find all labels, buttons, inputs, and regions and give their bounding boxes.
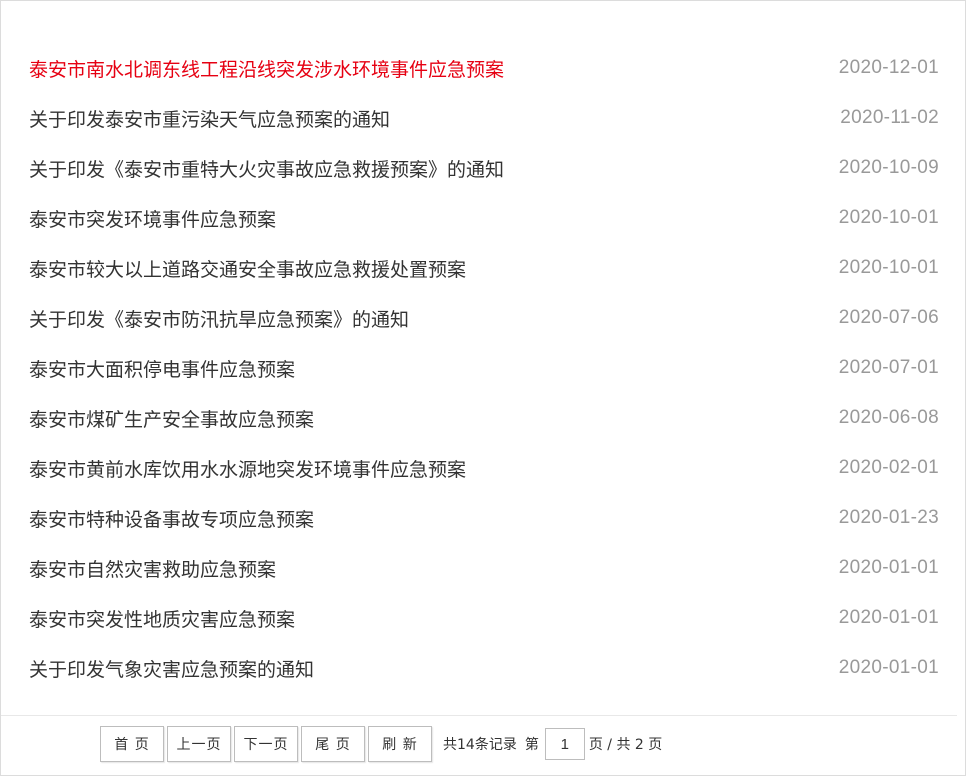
article-title[interactable]: 关于印发《泰安市重特大火灾事故应急救援预案》的通知	[29, 155, 504, 182]
article-title[interactable]: 泰安市较大以上道路交通安全事故应急救援处置预案	[29, 255, 466, 282]
list-item[interactable]: 关于印发《泰安市防汛抗旱应急预案》的通知 2020-07-06	[29, 293, 939, 343]
content-frame: 泰安市南水北调东线工程沿线突发涉水环境事件应急预案 2020-12-01 关于印…	[0, 0, 966, 776]
list-item[interactable]: 泰安市突发性地质灾害应急预案 2020-01-01	[29, 593, 939, 643]
article-date: 2020-02-01	[838, 457, 939, 478]
page-number-input[interactable]	[544, 728, 585, 760]
article-title[interactable]: 泰安市大面积停电事件应急预案	[29, 355, 295, 382]
article-date: 2020-07-01	[838, 357, 939, 378]
article-date: 2020-01-01	[838, 557, 939, 578]
article-title[interactable]: 泰安市黄前水库饮用水水源地突发环境事件应急预案	[29, 455, 466, 482]
list-item[interactable]: 泰安市自然灾害救助应急预案 2020-01-01	[29, 543, 939, 593]
article-title[interactable]: 泰安市南水北调东线工程沿线突发涉水环境事件应急预案	[29, 55, 504, 82]
list-item[interactable]: 泰安市突发环境事件应急预案 2020-10-01	[29, 193, 939, 243]
article-date: 2020-10-09	[838, 157, 939, 178]
article-date: 2020-01-23	[838, 507, 939, 528]
article-title[interactable]: 泰安市煤矿生产安全事故应急预案	[29, 405, 314, 432]
list-item[interactable]: 泰安市煤矿生产安全事故应急预案 2020-06-08	[29, 393, 939, 443]
list-item[interactable]: 泰安市大面积停电事件应急预案 2020-07-01	[29, 343, 939, 393]
article-date: 2020-01-01	[838, 657, 939, 678]
article-title[interactable]: 关于印发泰安市重污染天气应急预案的通知	[29, 105, 390, 132]
list-item[interactable]: 关于印发泰安市重污染天气应急预案的通知 2020-11-02	[29, 93, 939, 143]
article-list: 泰安市南水北调东线工程沿线突发涉水环境事件应急预案 2020-12-01 关于印…	[29, 43, 939, 693]
article-date: 2020-01-01	[838, 607, 939, 628]
prev-page-button[interactable]: 上一页	[167, 726, 231, 762]
first-page-button[interactable]: 首 页	[100, 726, 164, 762]
next-page-button[interactable]: 下一页	[234, 726, 298, 762]
article-date: 2020-10-01	[838, 257, 939, 278]
article-date: 2020-10-01	[838, 207, 939, 228]
pagination-bar: 首 页 上一页 下一页 尾 页 刷 新 共14条记录 第 页 / 共 2 页	[1, 715, 957, 772]
article-title[interactable]: 关于印发气象灾害应急预案的通知	[29, 655, 314, 682]
article-title[interactable]: 泰安市自然灾害救助应急预案	[29, 555, 276, 582]
list-item[interactable]: 泰安市黄前水库饮用水水源地突发环境事件应急预案 2020-02-01	[29, 443, 939, 493]
page-suffix: 页 / 共 2 页	[588, 737, 663, 753]
list-item[interactable]: 关于印发《泰安市重特大火灾事故应急救援预案》的通知 2020-10-09	[29, 143, 939, 193]
article-title[interactable]: 关于印发《泰安市防汛抗旱应急预案》的通知	[29, 305, 409, 332]
refresh-button[interactable]: 刷 新	[368, 726, 432, 762]
list-item[interactable]: 泰安市较大以上道路交通安全事故应急救援处置预案 2020-10-01	[29, 243, 939, 293]
article-date: 2020-06-08	[838, 407, 939, 428]
page-prefix: 第	[524, 737, 539, 753]
list-item[interactable]: 泰安市南水北调东线工程沿线突发涉水环境事件应急预案 2020-12-01	[29, 43, 939, 93]
last-page-button[interactable]: 尾 页	[301, 726, 365, 762]
article-date: 2020-12-01	[838, 57, 939, 78]
article-date: 2020-11-02	[840, 107, 939, 128]
list-item[interactable]: 关于印发气象灾害应急预案的通知 2020-01-01	[29, 643, 939, 693]
total-records: 共14条记录	[443, 737, 517, 753]
article-title[interactable]: 泰安市突发性地质灾害应急预案	[29, 605, 295, 632]
list-item[interactable]: 泰安市特种设备事故专项应急预案 2020-01-23	[29, 493, 939, 543]
article-title[interactable]: 泰安市突发环境事件应急预案	[29, 205, 276, 232]
article-title[interactable]: 泰安市特种设备事故专项应急预案	[29, 505, 314, 532]
article-date: 2020-07-06	[838, 307, 939, 328]
pagination: 首 页 上一页 下一页 尾 页 刷 新 共14条记录 第 页 / 共 2 页	[100, 726, 662, 762]
